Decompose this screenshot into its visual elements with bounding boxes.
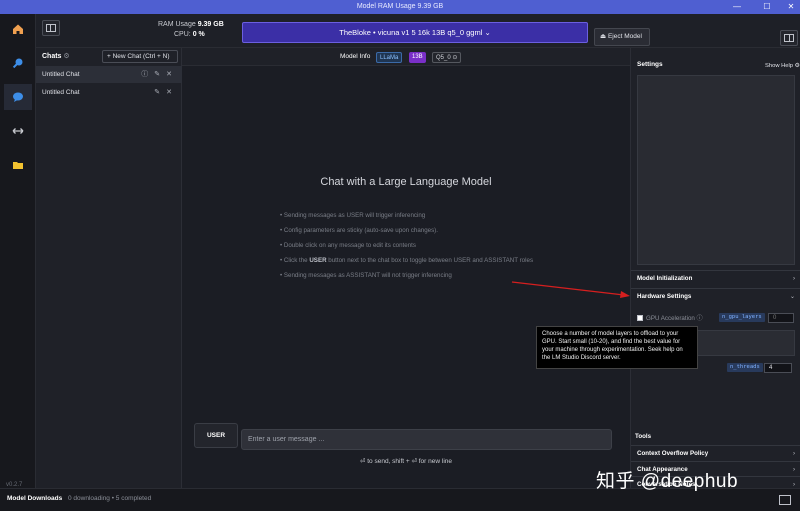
n-threads-input[interactable]: 4	[764, 363, 792, 373]
watermark: 知乎 @deephub	[596, 471, 739, 492]
n-gpu-layers-input[interactable]: 0	[768, 313, 794, 323]
chat-area: Model Info LLaMa 13B Q5_0 ⊙ Chat with a …	[182, 48, 630, 488]
downloads-status: 0 downloading • 5 completed	[68, 495, 152, 502]
chat-tips: • Sending messages as USER will trigger …	[280, 212, 533, 287]
delete-icon[interactable]: ✕	[166, 89, 178, 96]
section-context-overflow[interactable]: Context Overflow Policy ›	[631, 445, 800, 462]
send-hint: ⏎ to send, shift + ⏎ for new line	[359, 458, 452, 465]
chat-empty-title: Chat with a Large Language Model	[320, 176, 492, 188]
model-selector[interactable]: TheBloke • vicuna v1 5 16k 13B q5_0 ggml…	[242, 22, 588, 43]
tip-item: • Sending messages as ASSISTANT will not…	[280, 272, 452, 279]
chats-title: Chats ⚙	[42, 52, 70, 60]
tip-text: • Click the	[280, 257, 310, 264]
minimize-button[interactable]: —	[730, 2, 744, 12]
chat-item-label: Untitled Chat	[42, 71, 80, 78]
section-model-initialization[interactable]: Model Initialization ›	[631, 270, 800, 287]
tag-q5-0: Q5_0 ⊙	[432, 52, 462, 63]
message-input[interactable]: Enter a user message ...	[241, 429, 612, 450]
section-label: Hardware Settings	[637, 293, 692, 300]
cpu-usage: CPU: 0 %	[174, 31, 205, 38]
chat-item-label: Untitled Chat	[42, 89, 80, 96]
model-downloads-label[interactable]: Model Downloads	[7, 495, 62, 502]
chevron-right-icon: ›	[792, 275, 795, 282]
info-icon[interactable]: ⓘ	[141, 71, 154, 78]
show-help-toggle[interactable]: Show Help ⚙	[765, 63, 800, 69]
eject-label: Eject Model	[607, 33, 642, 40]
chat-list-item[interactable]: Untitled Chat ✎✕	[36, 84, 182, 101]
toggle-sidebar-icon[interactable]	[42, 20, 60, 36]
tip-item: • Click the USER button next to the chat…	[280, 257, 533, 264]
section-hardware-settings[interactable]: Hardware Settings ⌄	[631, 288, 800, 305]
settings-preset-area	[637, 75, 795, 265]
cpu-label: CPU:	[174, 31, 191, 38]
tip-item: • Double click on any message to edit it…	[280, 242, 416, 249]
edit-icon[interactable]: ✎	[154, 89, 166, 96]
eject-icon: ⏏	[600, 33, 608, 40]
search-icon[interactable]	[4, 50, 32, 76]
model-info-label: Model Info	[340, 53, 371, 60]
eject-model-button[interactable]: ⏏ Eject Model	[594, 28, 650, 46]
maximize-button[interactable]: ☐	[760, 2, 774, 12]
toggle-settings-icon[interactable]	[780, 30, 798, 46]
ram-value: 9.39 GB	[197, 21, 224, 28]
model-info-bar: Model Info LLaMa 13B Q5_0 ⊙	[182, 48, 630, 66]
tag-q5-0-text: Q5_0	[436, 55, 451, 61]
edit-icon[interactable]: ✎	[154, 71, 166, 78]
top-header: RAM Usage 9.39 GB CPU: 0 % TheBloke • vi…	[36, 14, 800, 48]
settings-panel: Settings Show Help ⚙ Model Initializatio…	[630, 48, 800, 488]
delete-icon[interactable]: ✕	[166, 71, 178, 78]
chat-item-actions: ⓘ✎✕	[141, 66, 178, 83]
tip-bold: USER	[309, 257, 327, 264]
gpu-layers-tooltip: Choose a number of model layers to offlo…	[536, 326, 698, 369]
chats-title-text: Chats	[42, 53, 62, 60]
title-bar: Model RAM Usage 9.39 GB — ☐ ✕	[0, 0, 800, 14]
panel-toggle-icon[interactable]	[779, 495, 791, 505]
settings-small-icon[interactable]: ⚙	[63, 53, 69, 60]
chats-sidebar: Chats ⚙ + New Chat (Ctrl + N) Untitled C…	[36, 48, 182, 488]
close-button[interactable]: ✕	[784, 2, 798, 12]
tip-item: • Sending messages as USER will trigger …	[280, 212, 426, 219]
tip-text: button next to the chat box to toggle be…	[326, 257, 534, 264]
arrows-icon[interactable]	[4, 118, 32, 144]
chat-icon[interactable]	[4, 84, 32, 110]
chat-item-actions: ✎✕	[154, 84, 178, 101]
gpu-acceleration-label: GPU Acceleration ⓘ	[646, 315, 703, 322]
tools-title: Tools	[635, 433, 652, 440]
folder-icon[interactable]	[4, 152, 32, 178]
section-label: Model Initialization	[637, 275, 693, 282]
settings-title: Settings	[637, 61, 663, 68]
user-role-button[interactable]: USER	[194, 423, 238, 448]
window-title: Model RAM Usage 9.39 GB	[356, 3, 444, 10]
icon-rail: v0.2.7	[0, 14, 36, 488]
gpu-acceleration-checkbox[interactable]	[637, 315, 643, 322]
tag-13b: 13B	[409, 52, 426, 63]
tag-llama: LLaMa	[376, 52, 403, 63]
cpu-value: 0 %	[192, 31, 205, 38]
home-icon[interactable]	[4, 16, 32, 42]
chevron-right-icon: ›	[792, 450, 795, 457]
section-label: Context Overflow Policy	[637, 450, 709, 457]
ram-label: RAM Usage	[158, 21, 196, 28]
chevron-down-icon: ⌄	[789, 293, 795, 300]
tip-item: • Config parameters are sticky (auto-sav…	[280, 227, 438, 234]
n-gpu-layers-tag: n_gpu_layers	[719, 313, 765, 322]
new-chat-button[interactable]: + New Chat (Ctrl + N)	[102, 50, 178, 63]
chat-list-item[interactable]: Untitled Chat ⓘ✎✕	[36, 66, 182, 83]
n-threads-tag: n_threads	[727, 363, 763, 372]
ram-usage: RAM Usage 9.39 GB	[158, 21, 224, 28]
